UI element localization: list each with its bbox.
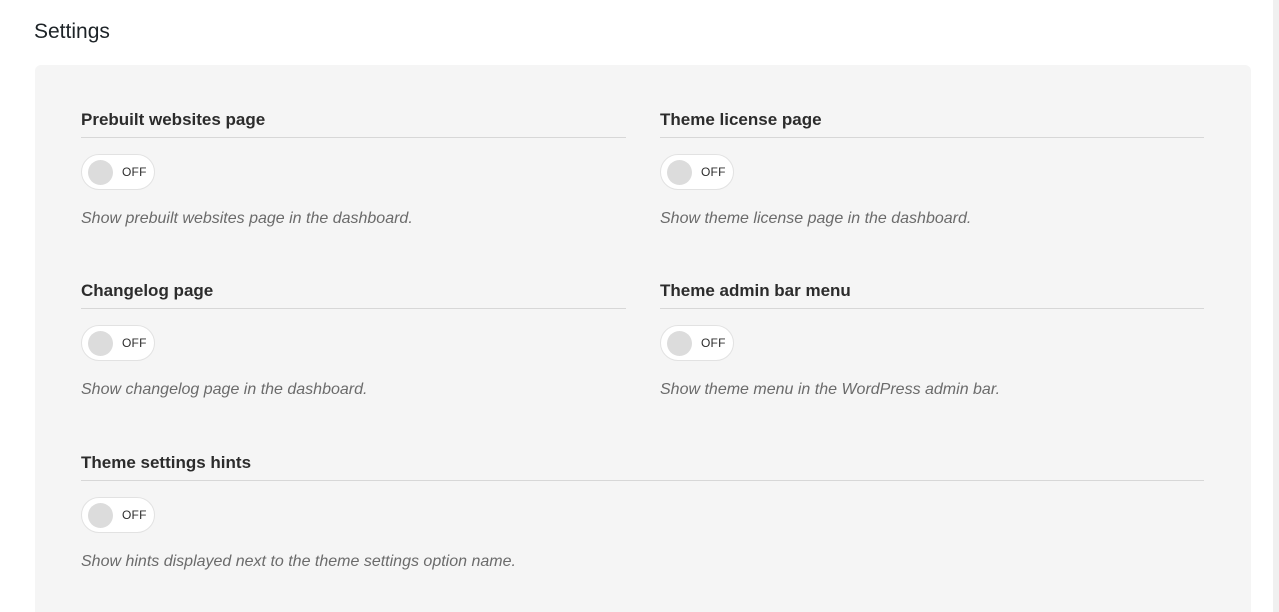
setting-theme-admin-bar-menu: Theme admin bar menu OFF Show theme menu…: [660, 279, 1204, 409]
vertical-scrollbar[interactable]: [1273, 0, 1279, 612]
setting-theme-settings-hints: Theme settings hints OFF Show hints disp…: [81, 451, 1204, 581]
setting-title: Theme license page: [660, 108, 1204, 138]
toggle-knob: [88, 503, 113, 528]
toggle-state-label: OFF: [122, 508, 147, 522]
setting-description: Show theme license page in the dashboard…: [660, 210, 972, 227]
toggle-state-label: OFF: [701, 165, 726, 179]
page-title: Settings: [34, 20, 110, 43]
changelog-toggle[interactable]: OFF: [81, 325, 155, 361]
toggle-knob: [667, 331, 692, 356]
setting-description: Show changelog page in the dashboard.: [81, 381, 368, 398]
setting-title: Changelog page: [81, 279, 626, 309]
toggle-state-label: OFF: [122, 336, 147, 350]
toggle-knob: [667, 160, 692, 185]
setting-description: Show hints displayed next to the theme s…: [81, 553, 516, 570]
setting-description: Show theme menu in the WordPress admin b…: [660, 381, 1001, 398]
prebuilt-websites-toggle[interactable]: OFF: [81, 154, 155, 190]
setting-title: Prebuilt websites page: [81, 108, 626, 138]
toggle-state-label: OFF: [122, 165, 147, 179]
setting-theme-license: Theme license page OFF Show theme licens…: [660, 108, 1204, 238]
setting-title: Theme settings hints: [81, 451, 1204, 481]
theme-license-toggle[interactable]: OFF: [660, 154, 734, 190]
toggle-state-label: OFF: [701, 336, 726, 350]
setting-description: Show prebuilt websites page in the dashb…: [81, 210, 413, 227]
settings-panel: Prebuilt websites page OFF Show prebuilt…: [35, 65, 1251, 612]
toggle-knob: [88, 331, 113, 356]
setting-title: Theme admin bar menu: [660, 279, 1204, 309]
theme-settings-hints-toggle[interactable]: OFF: [81, 497, 155, 533]
toggle-knob: [88, 160, 113, 185]
settings-page: Settings Prebuilt websites page OFF Show…: [0, 0, 1279, 612]
setting-prebuilt-websites: Prebuilt websites page OFF Show prebuilt…: [81, 108, 626, 238]
theme-admin-bar-menu-toggle[interactable]: OFF: [660, 325, 734, 361]
setting-changelog: Changelog page OFF Show changelog page i…: [81, 279, 626, 409]
